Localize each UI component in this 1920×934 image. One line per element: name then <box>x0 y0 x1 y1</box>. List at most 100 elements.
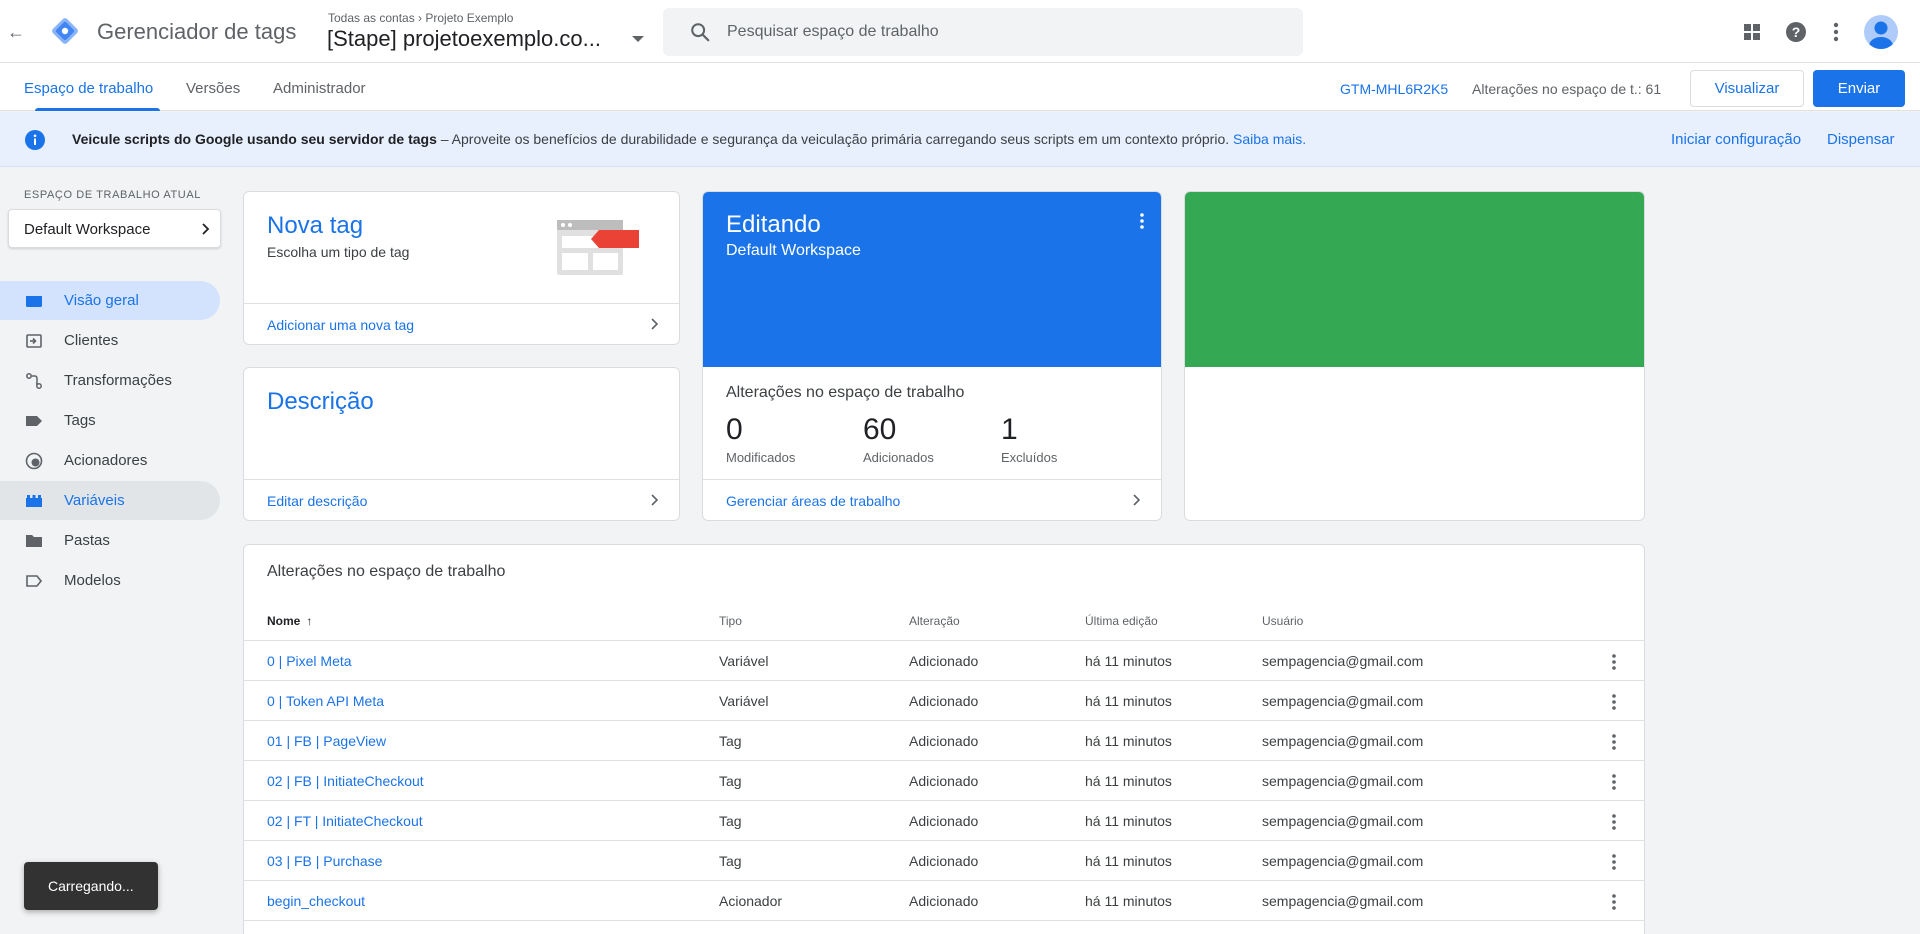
tag-icon <box>26 416 42 426</box>
new-tag-card[interactable]: Nova tag Escolha um tipo de tag Adiciona… <box>243 191 680 345</box>
row-last-edited: há 11 minutos <box>1085 693 1172 709</box>
edit-description-link[interactable]: Editar descrição <box>244 479 679 520</box>
table-row[interactable]: 03 | FB | Purchase Tag Adicionado há 11 … <box>244 840 1644 880</box>
editing-title: Editando <box>726 211 821 238</box>
breadcrumb[interactable]: Todas as contas › Projeto Exemplo <box>328 11 513 25</box>
sidebar-item-label: Transformações <box>64 372 172 389</box>
chevron-down-icon[interactable] <box>632 36 644 42</box>
search-input[interactable] <box>727 8 1287 56</box>
preview-button[interactable]: Visualizar <box>1690 70 1804 107</box>
more-vert-icon[interactable] <box>1611 653 1617 671</box>
row-last-edited: há 11 minutos <box>1085 813 1172 829</box>
banner-body: – Aproveite os benefícios de durabilidad… <box>436 131 1234 147</box>
banner-message: Veicule scripts do Google usando seu ser… <box>72 131 1306 147</box>
learn-more-link[interactable]: Saiba mais. <box>1233 131 1306 147</box>
row-name-link[interactable]: 0 | Token API Meta <box>267 693 384 709</box>
row-name-link[interactable]: begin_checkout <box>267 893 365 909</box>
workspace-name: Default Workspace <box>24 221 151 238</box>
overview-icon <box>26 296 42 307</box>
start-setup-button[interactable]: Iniciar configuração <box>1671 131 1801 148</box>
submit-button[interactable]: Enviar <box>1813 70 1905 107</box>
row-name-link[interactable]: 01 | FB | PageView <box>267 733 386 749</box>
more-vert-icon[interactable] <box>1611 813 1617 831</box>
more-vert-icon[interactable] <box>1822 18 1850 46</box>
tab-versions[interactable]: Versões <box>186 80 240 97</box>
sidebar-item-transformations[interactable]: Transformações <box>0 361 220 400</box>
sidebar-item-overview[interactable]: Visão geral <box>0 281 220 320</box>
sidebar-item-label: Modelos <box>64 572 121 589</box>
transformations-icon <box>26 373 42 389</box>
table-row[interactable]: begin_checkout Acionador Adicionado há 1… <box>244 880 1644 920</box>
row-name-link[interactable]: 03 | FB | Purchase <box>267 853 382 869</box>
add-new-tag-link[interactable]: Adicionar uma nova tag <box>244 303 679 344</box>
tab-workspace[interactable]: Espaço de trabalho <box>24 80 153 97</box>
column-header-last-edited[interactable]: Última edição <box>1085 614 1158 628</box>
table-row[interactable]: 02 | FB | InitiateCheckout Tag Adicionad… <box>244 760 1644 800</box>
account-avatar-icon[interactable] <box>1864 15 1898 49</box>
row-last-edited: há 11 minutos <box>1085 653 1172 669</box>
more-vert-icon[interactable] <box>1611 893 1617 911</box>
sidebar-item-triggers[interactable]: Acionadores <box>0 441 220 480</box>
chevron-right-icon <box>1133 494 1141 506</box>
loading-snackbar: Carregando... <box>24 862 158 910</box>
svg-text:?: ? <box>1792 24 1801 40</box>
container-selector[interactable]: [Stape] projetoexemplo.co... <box>327 26 601 52</box>
more-vert-icon[interactable] <box>1611 853 1617 871</box>
sidebar-item-clients[interactable]: Clientes <box>0 321 220 360</box>
new-tag-subtitle: Escolha um tipo de tag <box>267 244 410 260</box>
table-row[interactable]: 0 | Token API Meta Variável Adicionado h… <box>244 680 1644 720</box>
edit-description-label: Editar descrição <box>267 493 368 509</box>
help-icon[interactable]: ? <box>1782 18 1810 46</box>
table-row[interactable]: 02 | FT | InitiateCheckout Tag Adicionad… <box>244 800 1644 840</box>
sidebar-item-label: Visão geral <box>64 292 139 309</box>
back-arrow-icon[interactable]: ← <box>6 19 26 45</box>
editing-workspace-name: Default Workspace <box>726 242 861 259</box>
dismiss-banner-button[interactable]: Dispensar <box>1827 131 1895 148</box>
search-icon <box>691 23 710 42</box>
snackbar-label: Carregando... <box>48 878 134 894</box>
container-id-link[interactable]: GTM-MHL6R2K5 <box>1340 81 1448 97</box>
sidebar-item-templates[interactable]: Modelos <box>0 561 220 600</box>
sidebar-item-variables[interactable]: Variáveis <box>0 481 220 520</box>
banner-title: Veicule scripts do Google usando seu ser… <box>72 131 437 147</box>
workspace-changes-count: Alterações no espaço de t.: 61 <box>1472 81 1662 97</box>
variables-icon <box>26 495 42 507</box>
add-new-tag-label: Adicionar uma nova tag <box>267 317 415 333</box>
manage-workspaces-link[interactable]: Gerenciar áreas de trabalho <box>703 479 1161 520</box>
row-name-link[interactable]: 0 | Pixel Meta <box>267 653 352 669</box>
row-change: Adicionado <box>909 653 979 669</box>
column-header-user[interactable]: Usuário <box>1262 614 1303 628</box>
sidebar-item-label: Variáveis <box>64 492 125 509</box>
deleted-count: 1 <box>1001 413 1018 446</box>
row-user: sempagencia@gmail.com <box>1262 893 1424 909</box>
tab-admin[interactable]: Administrador <box>273 80 366 97</box>
column-header-type[interactable]: Tipo <box>719 614 742 628</box>
more-vert-icon[interactable] <box>1139 212 1145 230</box>
row-change: Adicionado <box>909 813 979 829</box>
column-header-change[interactable]: Alteração <box>909 614 960 628</box>
column-header-name[interactable]: Nome ↑ <box>267 614 312 628</box>
row-name-link[interactable]: 02 | FT | InitiateCheckout <box>267 813 423 829</box>
row-user: sempagencia@gmail.com <box>1262 733 1424 749</box>
row-last-edited: há 11 minutos <box>1085 773 1172 789</box>
sidebar-item-tags[interactable]: Tags <box>0 401 220 440</box>
added-label: Adicionados <box>863 450 934 465</box>
sidebar-item-folders[interactable]: Pastas <box>0 521 220 560</box>
more-vert-icon[interactable] <box>1611 733 1617 751</box>
workspace-changes-table: Alterações no espaço de trabalho Nome ↑ T… <box>243 544 1645 934</box>
row-type: Tag <box>719 853 742 869</box>
manage-workspaces-label: Gerenciar áreas de trabalho <box>726 493 901 509</box>
sort-ascending-icon: ↑ <box>306 614 313 628</box>
added-count: 60 <box>863 413 897 446</box>
description-title: Descrição <box>267 388 374 415</box>
workspace-selector[interactable]: Default Workspace <box>8 209 221 248</box>
more-vert-icon[interactable] <box>1611 693 1617 711</box>
tag-manager-logo[interactable] <box>50 16 80 46</box>
more-vert-icon[interactable] <box>1611 773 1617 791</box>
table-row[interactable]: 0 | Pixel Meta Variável Adicionado há 11… <box>244 640 1644 680</box>
row-name-link[interactable]: 02 | FB | InitiateCheckout <box>267 773 424 789</box>
row-change: Adicionado <box>909 853 979 869</box>
table-row[interactable]: 01 | FB | PageView Tag Adicionado há 11 … <box>244 720 1644 760</box>
apps-grid-icon[interactable] <box>1738 18 1766 46</box>
search-bar[interactable] <box>663 8 1303 56</box>
